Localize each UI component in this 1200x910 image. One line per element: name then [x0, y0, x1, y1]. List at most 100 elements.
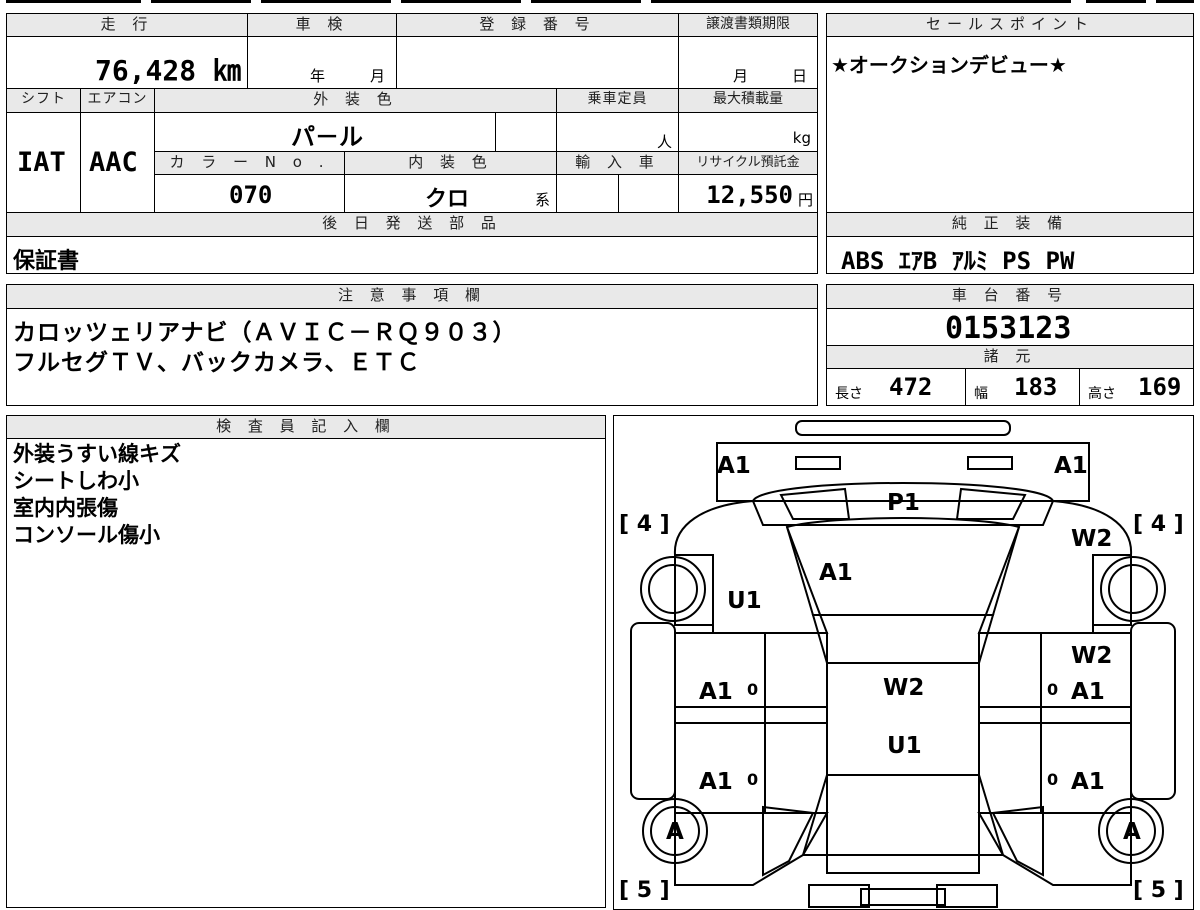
- roof-front: [811, 613, 994, 664]
- notes-line-2: フルセグＴＶ、バックカメラ、ＥＴＣ: [13, 350, 421, 376]
- inspector-line: シートしわ小: [13, 469, 139, 493]
- sales-text: ★オークションデビュー★: [831, 53, 1067, 77]
- transfer-header: 譲渡書類期限: [678, 13, 818, 37]
- front-bumper-bar: [794, 419, 1011, 436]
- chassis-value: 0153123: [945, 311, 1072, 346]
- left-headlight: [794, 455, 841, 470]
- mark-left-rear-door: A1: [699, 769, 733, 795]
- left-front-door: [673, 631, 828, 724]
- load-header: 最大積載量: [678, 88, 818, 113]
- recycle-cell: 12,550 円: [678, 174, 818, 213]
- equipment-cell: ABS ｴｱB ｱﾙﾐ PS PW: [826, 236, 1194, 274]
- inspector-cell: 外装うすい線キズ シートしわ小 室内内張傷 コンソール傷小: [6, 438, 606, 908]
- mark-roof: W2: [883, 675, 924, 701]
- interior-suffix: 系: [535, 191, 551, 209]
- capacity-header: 乗車定員: [556, 88, 679, 113]
- load-cell: kg: [678, 112, 818, 152]
- interior-cell: クロ 系: [344, 174, 557, 213]
- sales-cell: ★オークションデビュー★: [826, 36, 1194, 213]
- load-unit: kg: [792, 129, 811, 147]
- height-label: 高さ: [1088, 386, 1116, 402]
- right-side-body: [1129, 621, 1176, 800]
- mark-right-front-door-top: W2: [1071, 643, 1112, 669]
- car-diagram-panel: [ 4 ] [ 4 ] [ 5 ] [ 5 ] A1 A1 P1 A1 U1 W…: [613, 415, 1194, 910]
- interior-value: クロ: [425, 187, 470, 212]
- mark-windshield-area: A1: [819, 560, 853, 586]
- left-front-corner: [673, 499, 753, 555]
- front-right-wheel-inner: [1107, 563, 1158, 614]
- recycle-header: リサイクル預託金: [678, 151, 818, 175]
- registration-cell: [396, 36, 679, 89]
- front-left-wheel-inner: [647, 563, 698, 614]
- transfer-cell: 月 日: [678, 36, 818, 89]
- exterior-cell: パ－ル: [154, 112, 496, 152]
- mark-left-front-door: A1: [699, 679, 733, 705]
- mark-right-fender: W2: [1071, 526, 1112, 552]
- chassis-cell: 0153123: [826, 308, 1194, 346]
- length-cell: 長さ 472: [826, 368, 966, 406]
- right-hood-vent: [955, 487, 1027, 520]
- rear-bumper-center: [859, 887, 946, 906]
- exterior-header: 外 装 色: [154, 88, 557, 113]
- left-fender: [711, 526, 828, 634]
- later-parts-header: 後 日 発 送 部 品: [6, 212, 818, 237]
- interior-header: 内 装 色: [344, 151, 557, 175]
- mark-right-front-door: A1: [1071, 679, 1105, 705]
- notes-header: 注 意 事 項 欄: [6, 284, 818, 309]
- left-rear-door: [673, 721, 828, 814]
- equipment-value: ABS ｴｱB ｱﾙﾐ PS PW: [841, 247, 1075, 274]
- notes-line-1: カロッツェリアナビ（ＡＶＩＣ－ＲＱ９０３）: [13, 320, 517, 346]
- later-parts-cell: 保証書: [6, 236, 818, 274]
- top-strip: [6, 0, 1194, 6]
- inspection-year: 年: [310, 67, 326, 85]
- shift-cell: IAT: [6, 112, 81, 213]
- mark-right-rear-door: A1: [1071, 769, 1105, 795]
- mark-left-rear-wheel: A: [666, 819, 684, 845]
- inspector-line: 室内内張傷: [13, 496, 118, 520]
- tire-front-right: [ 4 ]: [1133, 512, 1184, 537]
- transfer-month: 月: [733, 67, 749, 85]
- height-cell: 高さ 169: [1079, 368, 1194, 406]
- mark-right-rear-wheel: A: [1123, 819, 1141, 845]
- capacity-unit: 人: [656, 133, 672, 151]
- right-rear-door: [977, 721, 1132, 814]
- inspector-line: 外装うすい線キズ: [13, 442, 181, 466]
- import-cell-2: [618, 174, 679, 213]
- mark-right-door-zero-1: 0: [1047, 680, 1058, 699]
- mileage-header: 走 行: [6, 13, 248, 37]
- front-left-wheel: [639, 555, 706, 622]
- mark-front-right: A1: [1054, 453, 1088, 479]
- length-value: 472: [889, 373, 933, 401]
- front-right-wheel: [1099, 555, 1166, 622]
- inspection-month: 月: [370, 67, 386, 85]
- shift-value: IAT: [17, 147, 66, 178]
- shift-header: シフト: [6, 88, 81, 113]
- width-label: 幅: [974, 386, 988, 402]
- sales-header: セールスポイント: [826, 13, 1194, 37]
- mark-front-left: A1: [717, 453, 751, 479]
- exterior-extra-cell: [495, 112, 557, 152]
- specs-header: 諸 元: [826, 345, 1194, 369]
- right-headlight: [966, 455, 1013, 470]
- mark-left-door-zero-1: 0: [747, 680, 758, 699]
- registration-header: 登 録 番 号: [396, 13, 679, 37]
- mark-left-fender: U1: [727, 588, 762, 614]
- mark-left-door-zero-2: 0: [747, 770, 758, 789]
- tire-front-left: [ 4 ]: [619, 512, 670, 537]
- inspection-cell: 年 月: [247, 36, 397, 89]
- later-parts-value: 保証書: [13, 249, 80, 274]
- capacity-cell: 人: [556, 112, 679, 152]
- width-cell: 幅 183: [965, 368, 1080, 406]
- transfer-day: 日: [792, 67, 808, 85]
- import-cell-1: [556, 174, 619, 213]
- width-value: 183: [1014, 373, 1058, 401]
- length-label: 長さ: [835, 386, 863, 402]
- ac-cell: AAC: [80, 112, 155, 213]
- color-no-cell: 070: [154, 174, 345, 213]
- inspector-line: コンソール傷小: [13, 523, 160, 547]
- inspector-lines: 外装うすい線キズ シートしわ小 室内内張傷 コンソール傷小: [13, 441, 181, 549]
- equipment-header: 純 正 装 備: [826, 212, 1194, 237]
- chassis-header: 車 台 番 号: [826, 284, 1194, 309]
- height-value: 169: [1138, 373, 1182, 401]
- import-header: 輸 入 車: [556, 151, 679, 175]
